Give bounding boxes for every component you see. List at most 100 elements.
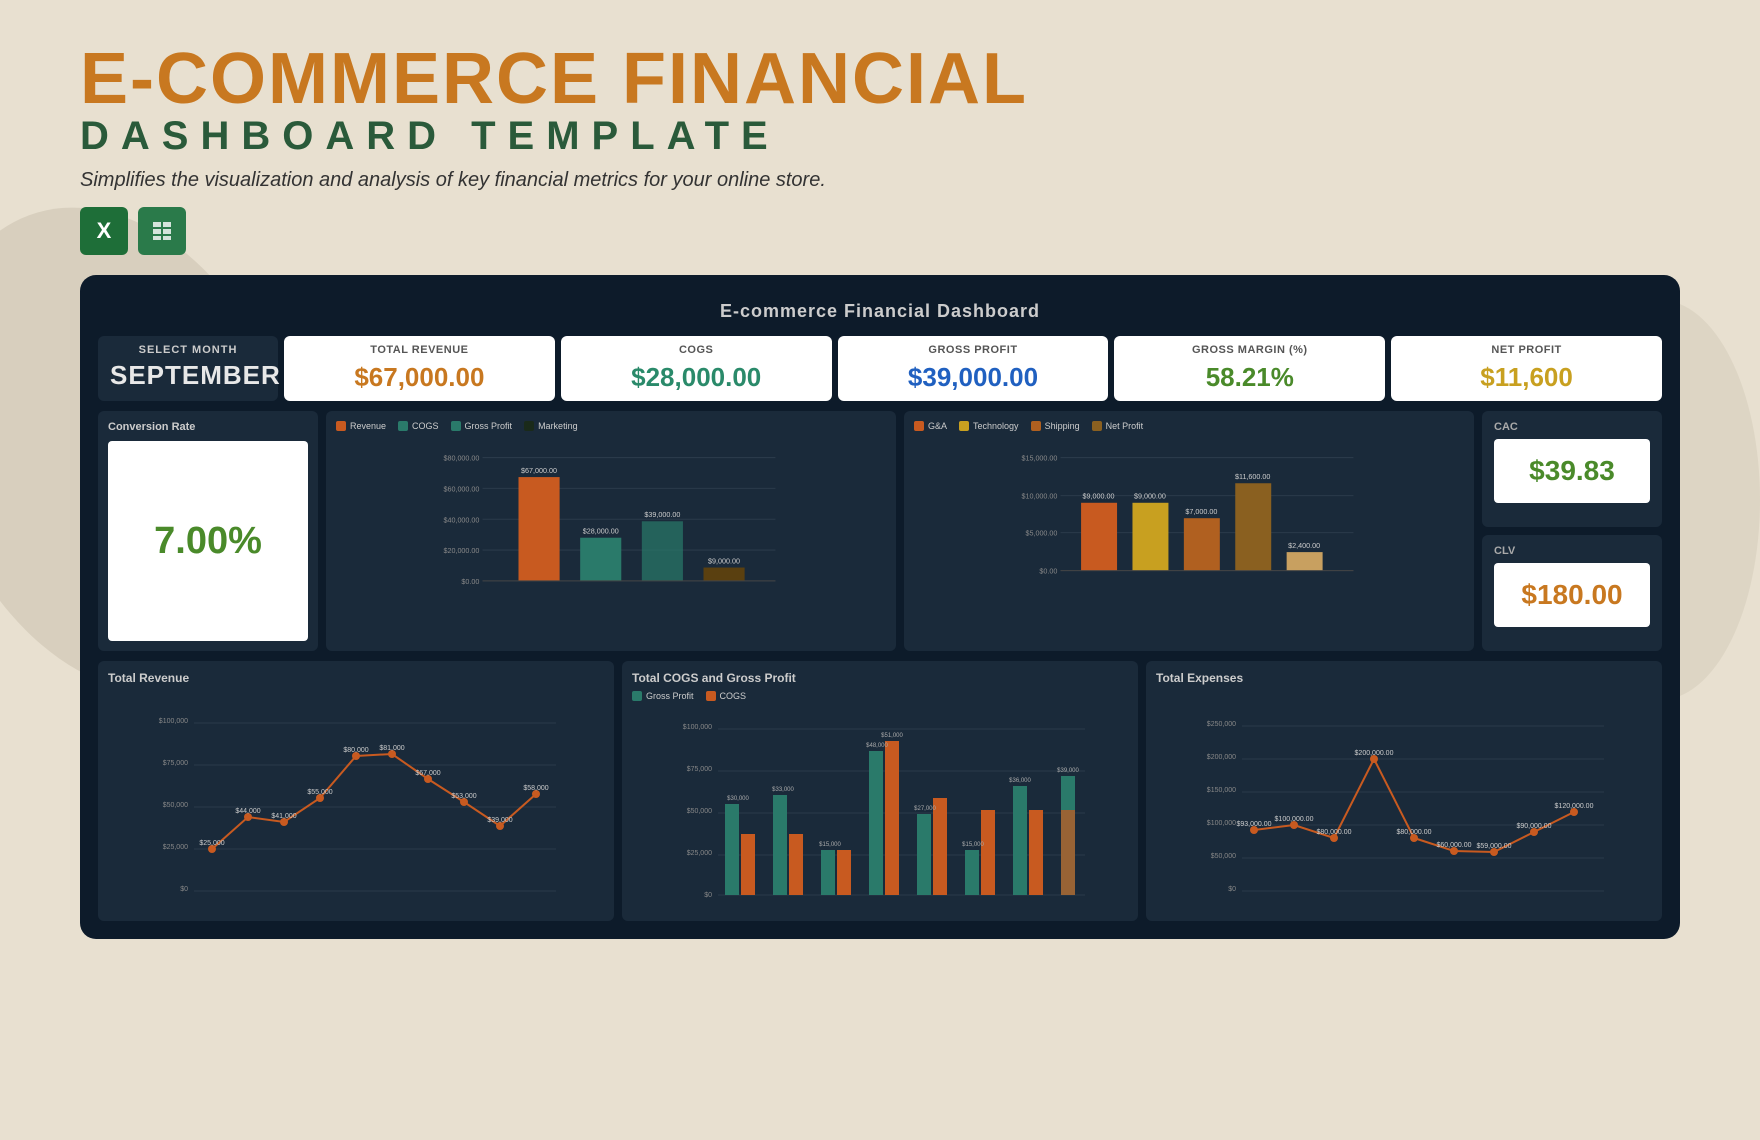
svg-text:$120,000.00: $120,000.00 bbox=[1555, 803, 1594, 810]
svg-text:$30,000: $30,000 bbox=[727, 796, 749, 802]
svg-text:$9,000.00: $9,000.00 bbox=[708, 557, 740, 566]
conversion-rate-display: 7.00% bbox=[108, 441, 308, 641]
cogs-gross-legend: Gross Profit COGS bbox=[632, 691, 1128, 701]
svg-text:$39,000.00: $39,000.00 bbox=[644, 510, 680, 519]
cac-card: CAC $39.83 bbox=[1482, 411, 1662, 527]
svg-text:$50,000: $50,000 bbox=[1211, 853, 1236, 860]
svg-text:$9,000.00: $9,000.00 bbox=[1083, 492, 1115, 501]
sheets-icon bbox=[138, 207, 186, 255]
legend-gross-profit-dot bbox=[451, 421, 461, 431]
legend-net-profit: Net Profit bbox=[1092, 421, 1144, 431]
bottom-section: Total Revenue $0 $25,000 $50,000 $75,000… bbox=[98, 661, 1662, 921]
svg-text:$44,000: $44,000 bbox=[235, 808, 260, 815]
total-cogs-gross-title: Total COGS and Gross Profit bbox=[632, 671, 1128, 685]
svg-text:$33,000: $33,000 bbox=[772, 787, 794, 793]
legend-ga-label: G&A bbox=[928, 421, 947, 431]
conversion-rate-value: 7.00% bbox=[154, 520, 262, 563]
select-month-label: Select Month bbox=[110, 344, 266, 356]
app-icons-row: X bbox=[80, 207, 1680, 255]
svg-text:$59,000.00: $59,000.00 bbox=[1476, 843, 1511, 850]
svg-text:$53,000: $53,000 bbox=[451, 793, 476, 800]
clv-value: $180.00 bbox=[1521, 579, 1622, 610]
chart2-legend: G&A Technology Shipping Net Profit bbox=[914, 421, 1464, 431]
svg-text:$55,000: $55,000 bbox=[307, 789, 332, 796]
bar-chart-1: Revenue COGS Gross Profit Marketing bbox=[326, 411, 896, 651]
month-value: SEPTEMBER bbox=[110, 360, 266, 391]
gross-margin-card: Gross Margin (%) 58.21% bbox=[1114, 336, 1385, 401]
subtitle-text: Simplifies the visualization and analysi… bbox=[80, 169, 1680, 192]
net-profit-value: $11,600 bbox=[1403, 362, 1650, 393]
total-expenses-chart-svg: $0 $50,000 $100,000 $150,000 $200,000 $2… bbox=[1156, 691, 1652, 911]
cogs-label: COGS bbox=[573, 344, 820, 356]
conversion-rate-label: Conversion Rate bbox=[108, 421, 308, 433]
svg-text:$80,000.00: $80,000.00 bbox=[443, 454, 479, 463]
legend-cogs2-label: COGS bbox=[720, 691, 747, 701]
clv-card: CLV $180.00 bbox=[1482, 535, 1662, 651]
svg-text:$15,000: $15,000 bbox=[819, 842, 841, 848]
svg-text:$67,000: $67,000 bbox=[415, 770, 440, 777]
total-expenses-chart-card: Total Expenses $0 $50,000 $100,000 $150,… bbox=[1146, 661, 1662, 921]
legend-marketing: Marketing bbox=[524, 421, 578, 431]
svg-text:$200,000: $200,000 bbox=[1207, 754, 1236, 761]
svg-text:$39,000: $39,000 bbox=[1057, 768, 1079, 774]
svg-text:$28,000.00: $28,000.00 bbox=[583, 527, 619, 536]
svg-text:$2,400.00: $2,400.00 bbox=[1288, 541, 1320, 550]
svg-text:$0.00: $0.00 bbox=[1039, 567, 1057, 576]
svg-text:$0: $0 bbox=[180, 886, 188, 893]
svg-text:$100,000.00: $100,000.00 bbox=[1275, 816, 1314, 823]
cogs-value: $28,000.00 bbox=[573, 362, 820, 393]
total-revenue-card: Total Revenue $67,000.00 bbox=[284, 336, 555, 401]
legend-gp: Gross Profit bbox=[632, 691, 694, 701]
chart2-svg: $0.00 $5,000.00 $10,000.00 $15,000.00 $9… bbox=[914, 437, 1464, 622]
total-expenses-title: Total Expenses bbox=[1156, 671, 1652, 685]
title-sub: DASHBOARD TEMPLATE bbox=[80, 114, 1680, 159]
svg-text:$58,000: $58,000 bbox=[523, 785, 548, 792]
legend-revenue: Revenue bbox=[336, 421, 386, 431]
svg-text:$25,000: $25,000 bbox=[163, 844, 188, 851]
total-revenue-chart-title: Total Revenue bbox=[108, 671, 604, 685]
select-month-card[interactable]: Select Month SEPTEMBER bbox=[98, 336, 278, 401]
legend-revenue-label: Revenue bbox=[350, 421, 386, 431]
title-main: E-COMMERCE FINANCIAL bbox=[80, 40, 1680, 119]
cogs-card: COGS $28,000.00 bbox=[561, 336, 832, 401]
legend-gross-profit-label: Gross Profit bbox=[465, 421, 513, 431]
excel-icon: X bbox=[80, 207, 128, 255]
legend-gp-label: Gross Profit bbox=[646, 691, 694, 701]
legend-cogs2: COGS bbox=[706, 691, 747, 701]
middle-section: Conversion Rate 7.00% Revenue COGS bbox=[98, 411, 1662, 651]
metrics-row: Select Month SEPTEMBER Total Revenue $67… bbox=[98, 336, 1662, 401]
svg-text:$9,000.00: $9,000.00 bbox=[1134, 492, 1166, 501]
chart1-svg: $0.00 $20,000.00 $40,000.00 $60,000.00 $… bbox=[336, 437, 886, 622]
svg-text:$48,000: $48,000 bbox=[866, 743, 888, 749]
svg-text:$80,000.00: $80,000.00 bbox=[1396, 829, 1431, 836]
svg-text:$100,000: $100,000 bbox=[1207, 820, 1236, 827]
cac-label: CAC bbox=[1494, 421, 1650, 433]
right-cards: CAC $39.83 CLV $180.00 bbox=[1482, 411, 1662, 651]
svg-text:$5,000.00: $5,000.00 bbox=[1025, 529, 1057, 538]
legend-net-profit-dot bbox=[1092, 421, 1102, 431]
gross-margin-value: 58.21% bbox=[1126, 362, 1373, 393]
svg-text:$75,000: $75,000 bbox=[687, 766, 712, 773]
svg-text:$36,000: $36,000 bbox=[1009, 778, 1031, 784]
total-revenue-value: $67,000.00 bbox=[296, 362, 543, 393]
svg-text:$20,000.00: $20,000.00 bbox=[443, 546, 479, 555]
dashboard-title: E-commerce Financial Dashboard bbox=[98, 293, 1662, 336]
dashboard: E-commerce Financial Dashboard Select Mo… bbox=[80, 275, 1680, 939]
legend-marketing-dot bbox=[524, 421, 534, 431]
svg-text:$0: $0 bbox=[1228, 886, 1236, 893]
legend-shipping-dot bbox=[1031, 421, 1041, 431]
chart1-container: $0.00 $20,000.00 $40,000.00 $60,000.00 $… bbox=[336, 437, 886, 622]
legend-ga-dot bbox=[914, 421, 924, 431]
legend-technology: Technology bbox=[959, 421, 1019, 431]
svg-text:$93,000.00: $93,000.00 bbox=[1236, 821, 1271, 828]
svg-text:$39,000: $39,000 bbox=[487, 817, 512, 824]
cac-display: $39.83 bbox=[1494, 439, 1650, 503]
svg-text:$0: $0 bbox=[704, 892, 712, 899]
cogs-gross-chart-svg: $0 $25,000 $50,000 $75,000 $100,000 bbox=[632, 707, 1128, 907]
header: E-COMMERCE FINANCIAL DASHBOARD TEMPLATE … bbox=[80, 40, 1680, 255]
legend-technology-dot bbox=[959, 421, 969, 431]
svg-text:$50,000: $50,000 bbox=[687, 808, 712, 815]
svg-text:$200,000.00: $200,000.00 bbox=[1355, 750, 1394, 757]
svg-text:$100,000: $100,000 bbox=[159, 718, 188, 725]
svg-text:$15,000: $15,000 bbox=[962, 842, 984, 848]
